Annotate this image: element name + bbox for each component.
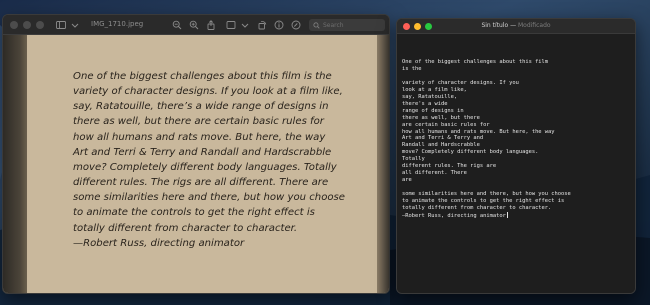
editor-line: move? Completely different body language… <box>402 149 539 156</box>
quote-line: different rules. The rigs are all differ… <box>73 177 329 189</box>
photo-edge-right <box>377 35 389 293</box>
rotate-icon[interactable] <box>256 19 268 31</box>
info-icon[interactable] <box>273 19 285 31</box>
quote-line: how all humans and rats move. But here, … <box>73 131 326 143</box>
document-name: IMG_1710.jpeg <box>91 20 144 28</box>
editor-line: is the <box>402 65 422 72</box>
editor-line: all different. There <box>402 170 467 177</box>
close-button[interactable] <box>10 21 18 29</box>
quote-line: to animate the controls to get the right… <box>73 207 315 219</box>
editor-line: different rules. The rigs are <box>402 163 497 170</box>
document-status: Modificado <box>517 22 551 29</box>
quote-line: variety of character designs. If you loo… <box>73 86 343 98</box>
editor-line: there's a wide <box>402 100 448 107</box>
editor-body[interactable]: One of the biggest challenges about this… <box>397 34 635 293</box>
chevron-down-icon[interactable] <box>69 19 81 31</box>
separator-dash: — <box>510 22 518 29</box>
editor-line: range of designs in <box>402 107 464 114</box>
quote-line: One of the biggest challenges about this… <box>73 71 332 82</box>
window-controls <box>10 21 44 29</box>
editor-line: some similarities here and there, but ho… <box>402 191 571 198</box>
editor-line: Art and Terri & Terry and <box>402 135 484 142</box>
editor-line: variety of character designs. If you <box>402 79 519 86</box>
quote-line: —Robert Russ, directing animator <box>73 237 245 249</box>
window-icon[interactable] <box>225 19 237 31</box>
editor-line: Totally <box>402 156 425 163</box>
editor-line: One of the biggest challenges about this… <box>402 59 549 65</box>
quote-line: Art and Terri & Terry and Randall and Ha… <box>73 146 332 158</box>
quote-line: there as well, but there are certain bas… <box>73 116 324 128</box>
preview-window: IMG_1710.jpeg One of the b <box>2 14 390 294</box>
editor-line: totally different from character to char… <box>402 205 552 212</box>
editor-text-area[interactable]: One of the biggest challenges about this… <box>402 59 632 220</box>
photo-quote-text: One of the biggest challenges about this… <box>73 69 373 251</box>
quote-line: some similarities here and there, but ho… <box>73 192 346 204</box>
quote-line: say, Ratatouille, there’s a wide range o… <box>73 101 329 113</box>
share-icon[interactable] <box>205 19 217 31</box>
editor-line: —Robert Russ, directing animator <box>402 211 508 219</box>
search-input[interactable] <box>323 21 383 29</box>
editor-line: look at a film like, <box>402 86 467 93</box>
document-title: Sin título — Modificado <box>397 22 635 29</box>
editor-line: are certain basic rules for <box>402 121 490 128</box>
chevron-down-icon[interactable] <box>239 19 251 31</box>
editor-titlebar: Sin título — Modificado <box>397 19 635 34</box>
photo-edge-left <box>3 35 27 293</box>
text-editor-window: Sin título — Modificado One of the bigge… <box>396 18 636 294</box>
editor-line: are <box>402 177 412 184</box>
preview-toolbar: IMG_1710.jpeg <box>3 15 389 35</box>
document-name: Sin título <box>481 22 509 29</box>
quote-line: totally different from character to char… <box>73 222 298 234</box>
editor-line: how all humans and rats move. But here, … <box>402 128 555 135</box>
editor-line: there as well, but there <box>402 114 480 121</box>
sidebar-toggle-icon[interactable] <box>55 19 67 31</box>
text-cursor <box>506 211 508 218</box>
editor-line: Randall and Hardscrabble <box>402 142 480 149</box>
quote-line: move? Completely different body language… <box>73 161 337 173</box>
zoom-out-icon[interactable] <box>171 19 183 31</box>
editor-line: say, Ratatouille, <box>402 93 458 100</box>
search-field[interactable] <box>309 19 385 31</box>
minimize-button[interactable] <box>23 21 31 29</box>
editor-line: to animate the controls to get the right… <box>402 198 565 205</box>
zoom-button[interactable] <box>36 21 44 29</box>
search-icon <box>313 21 320 29</box>
markup-icon[interactable] <box>290 19 302 31</box>
zoom-in-icon[interactable] <box>188 19 200 31</box>
